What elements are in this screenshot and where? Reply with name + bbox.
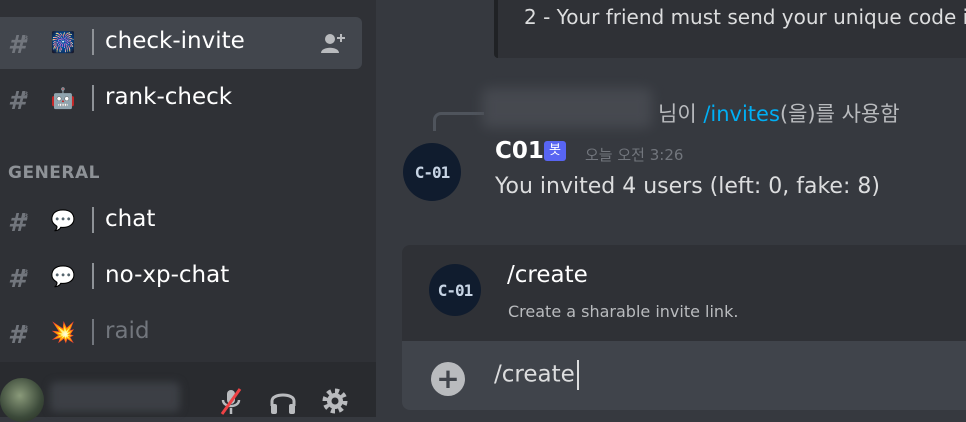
user-avatar[interactable] [0,378,44,422]
reply-spine [433,112,484,131]
command-name[interactable]: /create [507,262,588,288]
channel-separator [92,319,94,345]
reply-username-redacted [482,88,652,128]
bot-avatar-text: C-01 [437,280,474,300]
message-author[interactable]: C01 [495,138,544,164]
category-general[interactable]: GENERAL [8,163,100,183]
text-caret [576,360,579,390]
bot-avatar[interactable]: C-01 [403,143,461,201]
channel-rank-check[interactable]: #⁸ 🤖 rank-check [0,73,362,125]
channel-separator [92,263,94,289]
channel-name: chat [105,206,156,232]
message-composer[interactable] [402,341,966,410]
channel-name: check-invite [105,28,245,54]
message-content: You invited 4 users (left: 0, fake: 8) [495,174,880,199]
command-suggestion-popup[interactable] [402,245,966,341]
reply-command-link[interactable]: /invites [703,102,780,126]
command-description: Create a sharable invite link. [508,302,739,321]
headphones-icon[interactable] [268,386,298,416]
text-channel-lock-icon: #⁸ [8,30,28,59]
reply-prefix: 님이 [658,102,704,126]
add-member-icon[interactable] [320,32,346,54]
channel-emoji: 💥 [50,320,76,344]
channel-sidebar: #⁸ 🎆 check-invite #⁸ 🤖 rank-check GENERA… [0,0,376,422]
message-timestamp: 오늘 오전 3:26 [585,146,684,164]
channel-emoji: 🎆 [50,30,76,54]
channel-separator [92,207,94,233]
channel-name: rank-check [105,84,233,110]
embed-quote: 2 - Your friend must send your unique co… [494,0,966,58]
channel-chat[interactable]: #⁸ 💬 chat [0,195,362,247]
channel-name: no-xp-chat [105,262,230,288]
channel-separator [92,29,94,55]
text-channel-lock-icon: #⁸ [8,208,28,237]
text-channel-lock-icon: #⁸ [8,264,28,293]
channel-no-xp-chat[interactable]: #⁸ 💬 no-xp-chat [0,251,362,303]
plus-circle-icon[interactable]: + [431,362,465,396]
reply-suffix: (을)를 사용함 [779,102,900,126]
message-input-value: /create [494,361,575,388]
embed-text: 2 - Your friend must send your unique co… [524,5,966,29]
command-bot-avatar: C-01 [429,264,481,316]
microphone-muted-icon[interactable] [216,386,246,416]
text-channel-lock-icon: #⁸ [8,86,28,115]
channel-check-invite[interactable]: #⁸ 🎆 check-invite [0,17,362,69]
channel-emoji: 🤖 [50,86,76,110]
channel-name: raid [105,318,150,344]
channel-emoji: 💬 [50,208,76,232]
channel-raid[interactable]: #⁸ 💥 raid [0,307,362,359]
channel-separator [92,85,94,111]
command-reply-context[interactable]: 님이 /invites(을)를 사용함 [658,98,900,128]
bot-avatar-text: C-01 [414,162,451,182]
channel-emoji: 💬 [50,264,76,288]
bot-badge: 봇 [544,141,566,161]
text-channel-lock-icon: #⁸ [8,320,28,349]
username-redacted [50,382,180,412]
gear-icon[interactable] [320,386,350,416]
message-input[interactable]: /create [494,360,579,390]
